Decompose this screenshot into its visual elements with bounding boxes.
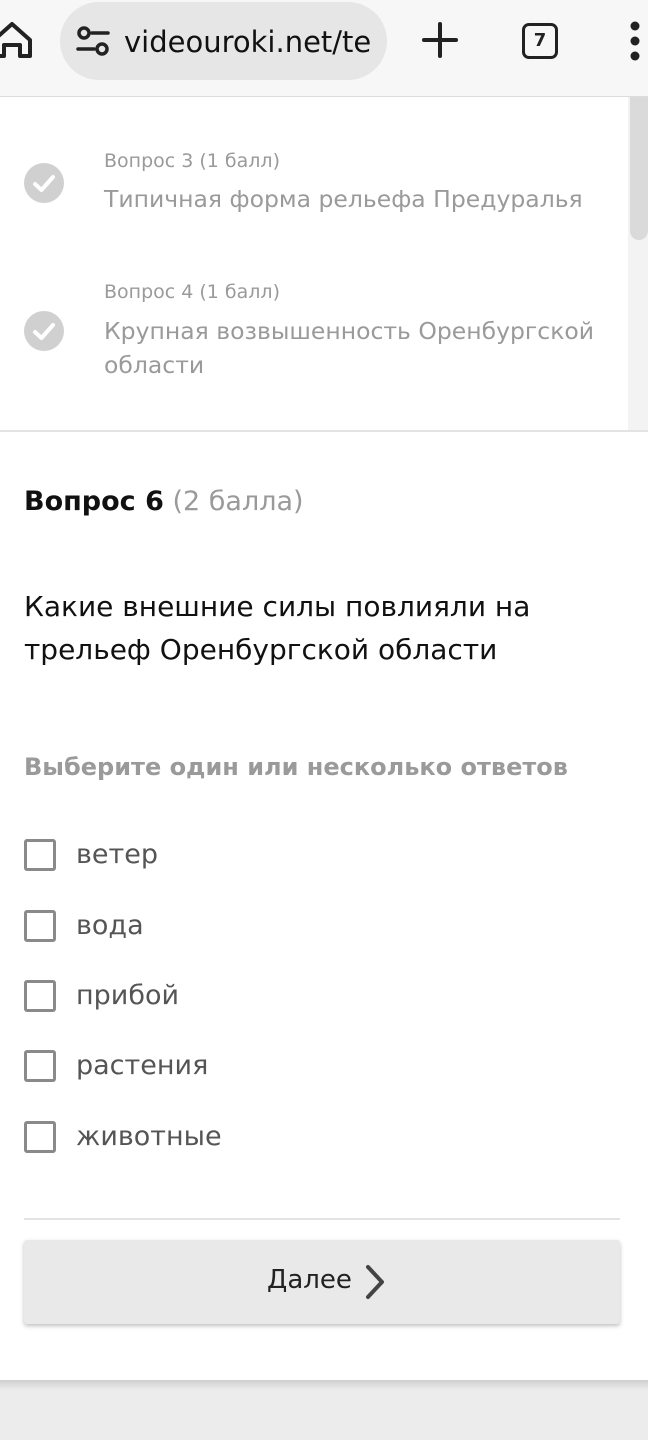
check-circle-icon [24,163,64,203]
new-tab-plus-icon[interactable] [422,22,458,58]
check-circle-icon [24,311,64,351]
answer-checkbox[interactable] [24,980,56,1012]
answer-checkbox[interactable] [24,839,56,871]
answer-option-label[interactable]: прибой [76,977,179,1015]
chevron-right-icon [364,1264,386,1300]
test-page: Вопрос 3 (1 балл) Типичная форма рельефа… [0,97,648,1384]
browser-toolbar: videouroki.net/tes 7 [0,0,648,97]
answer-option-label[interactable]: вода [76,907,144,945]
page-bottom-shadow [0,1380,648,1390]
answer-option-label[interactable]: животные [76,1118,222,1156]
site-settings-icon[interactable] [76,25,110,57]
answer-option-label[interactable]: ветер [76,836,158,874]
next-button-label: Далее [267,1265,352,1295]
answer-option[interactable]: животные [24,1118,424,1158]
answered-question-item[interactable]: Вопрос 4 (1 балл) Крупная возвышенность … [0,257,620,427]
answer-option[interactable]: прибой [24,977,424,1017]
answer-instruction: Выберите один или несколько ответов [24,753,568,781]
scrollbar-thumb[interactable] [630,97,648,240]
answer-option[interactable]: растения [24,1047,424,1087]
tab-switcher-icon[interactable]: 7 [522,23,558,59]
url-text[interactable]: videouroki.net/tes [124,22,371,62]
question-text: Какие внешние силы повлияли на трельеф О… [24,590,531,666]
question-meta: Вопрос 4 (1 балл) [104,281,280,303]
answered-questions-list[interactable]: Вопрос 3 (1 балл) Типичная форма рельефа… [0,97,648,432]
answer-option[interactable]: вода [24,907,424,947]
answer-checkbox[interactable] [24,1121,56,1153]
divider [24,1218,620,1220]
answered-question-item[interactable]: Вопрос 3 (1 балл) Типичная форма рельефа… [0,97,620,257]
address-bar[interactable]: videouroki.net/tes [60,2,387,80]
question-meta: Вопрос 3 (1 балл) [104,150,280,172]
question-number: Вопрос 6 [24,486,164,517]
question-title: Типичная форма рельефа Предуралья [104,185,583,213]
home-icon[interactable] [0,20,34,60]
more-menu-icon[interactable] [628,20,642,62]
answer-checkbox[interactable] [24,910,56,942]
question-title: Крупная возвышенность Оренбургской облас… [104,317,595,379]
question-heading: Вопрос 6 (2 балла) [24,486,304,517]
answer-option[interactable]: ветер [24,836,424,876]
answer-option-label[interactable]: растения [76,1047,208,1085]
question-points: (2 балла) [172,486,304,517]
list-scrollbar[interactable] [628,97,648,430]
next-button[interactable]: Далее [24,1240,620,1324]
answer-checkbox[interactable] [24,1050,56,1082]
